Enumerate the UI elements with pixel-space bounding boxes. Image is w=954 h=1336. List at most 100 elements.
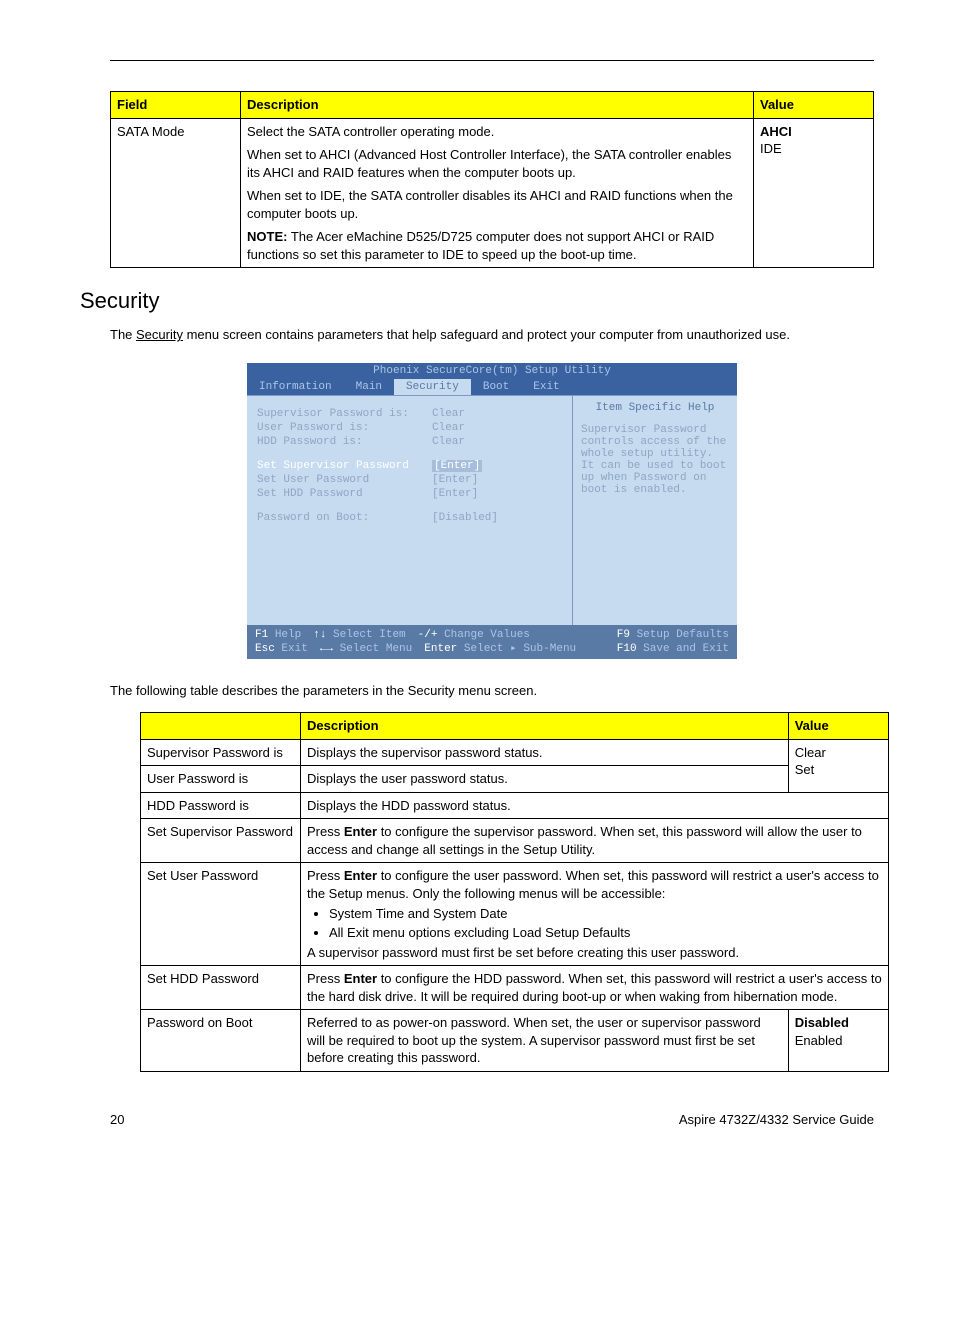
value-cell: AHCI IDE	[754, 118, 874, 268]
r4-enter: Enter	[344, 824, 377, 839]
bios-body: Supervisor Password is:Clear User Passwo…	[247, 395, 737, 625]
select-label: Select	[464, 643, 504, 655]
guide-title: Aspire 4732Z/4332 Service Guide	[679, 1112, 874, 1127]
setup-defaults: Setup Defaults	[637, 629, 729, 641]
security-heading: Security	[80, 288, 874, 314]
tab-main: Main	[344, 379, 394, 395]
page-number: 20	[110, 1112, 124, 1127]
bios-screenshot: Phoenix SecureCore(tm) Setup Utility Inf…	[247, 363, 737, 660]
r7-c1: Password on Boot	[141, 1010, 301, 1072]
r5-c1: Set User Password	[141, 863, 301, 966]
params-table: Description Value Supervisor Password is…	[140, 712, 889, 1072]
f1-key: F1	[255, 629, 268, 641]
r7-c3: Disabled Enabled	[788, 1010, 888, 1072]
bios-sethdd-val: [Enter]	[432, 488, 478, 500]
r5-enter: Enter	[344, 868, 377, 883]
exit-label: Exit	[281, 643, 307, 655]
change-values: Change Values	[444, 629, 530, 641]
val-set: Set	[795, 761, 882, 779]
bios-main-panel: Supervisor Password is:Clear User Passwo…	[247, 396, 572, 625]
desc-p2: When set to AHCI (Advanced Host Controll…	[247, 146, 747, 181]
bios-setusr-val: [Enter]	[432, 474, 478, 486]
header-field: Field	[111, 92, 241, 119]
bios-pob-val: [Disabled]	[432, 512, 498, 524]
arrows-v: ↑↓	[313, 629, 326, 641]
bios-sup-lbl: Supervisor Password is:	[257, 408, 432, 420]
bios-usr-val: Clear	[432, 422, 465, 434]
header-value: Value	[754, 92, 874, 119]
r4-c1: Set Supervisor Password	[141, 819, 301, 863]
r6-c1: Set HDD Password	[141, 966, 301, 1010]
bios-pob-lbl: Password on Boot:	[257, 512, 432, 524]
bios-hdd-val: Clear	[432, 436, 465, 448]
bios-sup-val: Clear	[432, 408, 465, 420]
r6-enter: Enter	[344, 971, 377, 986]
note-text: The Acer eMachine D525/D725 computer doe…	[247, 229, 714, 262]
r5-pre: Press	[307, 868, 344, 883]
r4-pre: Press	[307, 824, 344, 839]
bios-setsup-val: [Enter]	[432, 460, 482, 472]
field-cell: SATA Mode	[111, 118, 241, 268]
esc-key: Esc	[255, 643, 275, 655]
bios-help-panel: Item Specific Help Supervisor Password c…	[572, 396, 737, 625]
params-intro: The following table describes the parame…	[110, 683, 874, 698]
table-row: SATA Mode Select the SATA controller ope…	[111, 118, 874, 268]
desc-p1: Select the SATA controller operating mod…	[247, 123, 747, 141]
r6-post: to configure the HDD password. When set,…	[307, 971, 882, 1004]
arrows-h: ←→	[320, 643, 333, 655]
r7-c2: Referred to as power-on password. When s…	[301, 1010, 789, 1072]
r1-c2: Displays the supervisor password status.	[301, 739, 789, 766]
r2-c2: Displays the user password status.	[301, 766, 789, 793]
r6-pre: Press	[307, 971, 344, 986]
table-row: Set HDD Password Press Enter to configur…	[141, 966, 889, 1010]
bios-hdd-lbl: HDD Password is:	[257, 436, 432, 448]
bios-footer: F1 Help ↑↓ Select Item -/+ Change Values…	[247, 625, 737, 660]
enter-key: Enter	[424, 643, 457, 655]
r4-post: to configure the supervisor password. Wh…	[307, 824, 862, 857]
bios-setusr-lbl: Set User Password	[257, 474, 432, 486]
params-header-value: Value	[788, 713, 888, 740]
desc-p3: When set to IDE, the SATA controller dis…	[247, 187, 747, 222]
submenu-label: ▸ Sub-Menu	[510, 643, 576, 655]
r7-disabled: Disabled	[795, 1014, 882, 1032]
table-row: User Password is Displays the user passw…	[141, 766, 889, 793]
intro-link: Security	[136, 327, 183, 342]
save-exit: Save and Exit	[643, 643, 729, 655]
r5-b2: All Exit menu options excluding Load Set…	[329, 924, 882, 942]
r5-post: to configure the user password. When set…	[307, 868, 879, 901]
r6-c2: Press Enter to configure the HDD passwor…	[301, 966, 889, 1010]
r7-enabled: Enabled	[795, 1032, 882, 1050]
header-rule	[110, 60, 874, 61]
table-row: Password on Boot Referred to as power-on…	[141, 1010, 889, 1072]
security-intro: The Security menu screen contains parame…	[110, 326, 874, 344]
params-header-blank	[141, 713, 301, 740]
description-cell: Select the SATA controller operating mod…	[241, 118, 754, 268]
sata-mode-table: Field Description Value SATA Mode Select…	[110, 91, 874, 268]
f1-label: Help	[275, 629, 301, 641]
f10-key: F10	[617, 643, 637, 655]
bios-setsup-lbl: Set Supervisor Password	[257, 460, 432, 472]
page-footer: 20 Aspire 4732Z/4332 Service Guide	[110, 1112, 874, 1127]
bios-usr-lbl: User Password is:	[257, 422, 432, 434]
intro-pre: The	[110, 327, 136, 342]
table-row: HDD Password is Displays the HDD passwor…	[141, 792, 889, 819]
bios-sethdd-lbl: Set HDD Password	[257, 488, 432, 500]
tab-security: Security	[394, 379, 471, 395]
value-ahci: AHCI	[760, 123, 867, 141]
table-row: Set Supervisor Password Press Enter to c…	[141, 819, 889, 863]
pm-key: -/+	[418, 629, 438, 641]
note-label: NOTE:	[247, 229, 287, 244]
select-item: Select Item	[333, 629, 406, 641]
header-description: Description	[241, 92, 754, 119]
r2-c1: User Password is	[141, 766, 301, 793]
tab-boot: Boot	[471, 379, 521, 395]
val-clear: Clear	[795, 744, 882, 762]
r1-c1: Supervisor Password is	[141, 739, 301, 766]
tab-information: Information	[247, 379, 344, 395]
table-row: Set User Password Press Enter to configu…	[141, 863, 889, 966]
r5-bullets: System Time and System Date All Exit men…	[307, 905, 882, 942]
intro-post: menu screen contains parameters that hel…	[183, 327, 790, 342]
table-row: Supervisor Password is Displays the supe…	[141, 739, 889, 766]
r5-b1: System Time and System Date	[329, 905, 882, 923]
bios-tabs: Information Main Security Boot Exit	[247, 379, 737, 395]
